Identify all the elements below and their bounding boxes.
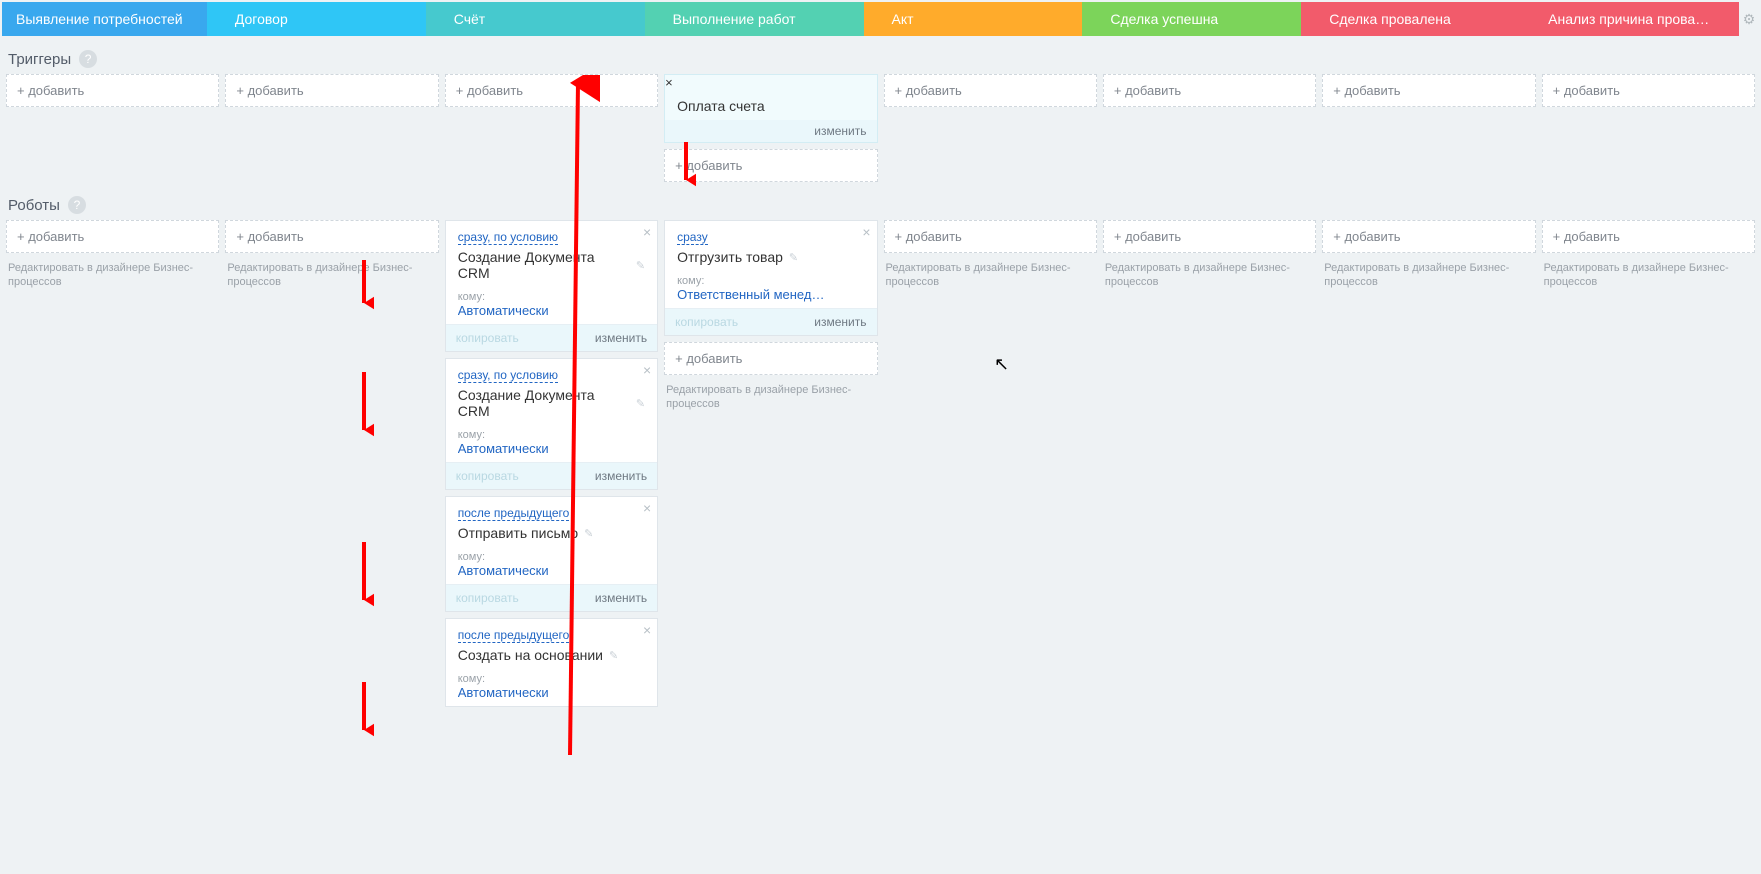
robot-card[interactable]: × сразу, по условию Создание Документа C… — [445, 358, 658, 490]
close-icon[interactable]: × — [643, 623, 651, 637]
robot-title: Создание Документа CRM — [458, 249, 630, 281]
stage-item[interactable]: Сделка провалена — [1301, 2, 1520, 36]
bp-editor-link[interactable]: Редактировать в дизайнере Бизнес-процесс… — [6, 259, 219, 290]
add-trigger-button[interactable]: + добавить — [664, 149, 877, 182]
stage-item[interactable]: Выявление потребностей — [2, 2, 207, 36]
stage-item[interactable]: Анализ причина прова… — [1520, 2, 1739, 36]
edit-link[interactable]: изменить — [595, 469, 647, 483]
add-trigger-button[interactable]: + добавить — [6, 74, 219, 107]
assignee-label: кому: — [458, 673, 645, 685]
robot-card[interactable]: × сразу Отгрузить товар ✎ кому: Ответстве… — [664, 220, 877, 336]
close-icon[interactable]: × — [643, 501, 651, 515]
copy-link[interactable]: копировать — [675, 315, 738, 329]
add-robot-button[interactable]: + добавить — [1322, 220, 1535, 253]
timing-link[interactable]: после предыдущего — [458, 628, 570, 643]
trigger-title: Оплата счета — [677, 98, 765, 114]
triggers-section-title: Триггеры ? — [0, 36, 1761, 74]
add-robot-button[interactable]: + добавить — [884, 220, 1097, 253]
close-icon[interactable]: × — [643, 363, 651, 377]
edit-link[interactable]: изменить — [595, 331, 647, 345]
edit-link[interactable]: изменить — [814, 315, 866, 329]
help-icon[interactable]: ? — [79, 50, 97, 68]
add-trigger-button[interactable]: + добавить — [225, 74, 438, 107]
add-robot-button[interactable]: + добавить — [6, 220, 219, 253]
bp-editor-link[interactable]: Редактировать в дизайнере Бизнес-процесс… — [1103, 259, 1316, 290]
bp-editor-link[interactable]: Редактировать в дизайнере Бизнес-процесс… — [664, 381, 877, 412]
timing-link[interactable]: сразу — [677, 230, 708, 245]
copy-link[interactable]: копировать — [456, 591, 519, 605]
robot-title: Отправить письмо — [458, 525, 578, 541]
assignee-link[interactable]: Ответственный менед… — [677, 287, 864, 302]
add-robot-button[interactable]: + добавить — [225, 220, 438, 253]
assignee-label: кому: — [458, 551, 645, 563]
add-robot-button[interactable]: + добавить — [664, 342, 877, 375]
gear-icon[interactable]: ⚙ — [1739, 2, 1759, 36]
add-trigger-button[interactable]: + добавить — [1322, 74, 1535, 107]
stage-item[interactable]: Акт — [864, 2, 1083, 36]
bp-editor-link[interactable]: Редактировать в дизайнере Бизнес-процесс… — [1322, 259, 1535, 290]
assignee-link[interactable]: Автоматически — [458, 563, 645, 578]
stage-item[interactable]: Выполнение работ — [645, 2, 864, 36]
help-icon[interactable]: ? — [68, 196, 86, 214]
bp-editor-link[interactable]: Редактировать в дизайнере Бизнес-процесс… — [225, 259, 438, 290]
assignee-label: кому: — [458, 291, 645, 303]
edit-link[interactable]: изменить — [595, 591, 647, 605]
robot-card[interactable]: × сразу, по условию Создание Документа C… — [445, 220, 658, 352]
add-trigger-button[interactable]: + добавить — [1103, 74, 1316, 107]
robots-columns: + добавить Редактировать в дизайнере Биз… — [0, 220, 1761, 707]
add-trigger-button[interactable]: + добавить — [884, 74, 1097, 107]
robot-card[interactable]: × после предыдущего Создать на основании… — [445, 618, 658, 707]
robot-title: Создание Документа CRM — [458, 387, 630, 419]
pencil-icon[interactable]: ✎ — [636, 397, 645, 410]
section-label: Триггеры — [8, 51, 71, 68]
stage-item[interactable]: Сделка успешна — [1082, 2, 1301, 36]
close-icon[interactable]: × — [862, 225, 870, 239]
close-icon[interactable]: × — [643, 225, 651, 239]
section-label: Роботы — [8, 197, 60, 214]
add-robot-button[interactable]: + добавить — [1103, 220, 1316, 253]
add-trigger-button[interactable]: + добавить — [445, 74, 658, 107]
timing-link[interactable]: после предыдущего — [458, 506, 570, 521]
bp-editor-link[interactable]: Редактировать в дизайнере Бизнес-процесс… — [884, 259, 1097, 290]
triggers-columns: + добавить + добавить + добавить × Оплат… — [0, 74, 1761, 182]
close-icon[interactable]: × — [665, 75, 673, 90]
assignee-link[interactable]: Автоматически — [458, 303, 645, 318]
assignee-label: кому: — [677, 275, 864, 287]
bp-editor-link[interactable]: Редактировать в дизайнере Бизнес-процесс… — [1542, 259, 1755, 290]
pencil-icon[interactable]: ✎ — [584, 527, 593, 540]
add-robot-button[interactable]: + добавить — [1542, 220, 1755, 253]
trigger-card[interactable]: × Оплата счета изменить — [664, 74, 877, 143]
assignee-link[interactable]: Автоматически — [458, 441, 645, 456]
stage-pipeline: Выявление потребностей Договор Счёт Выпо… — [0, 0, 1761, 36]
assignee-link[interactable]: Автоматически — [458, 685, 645, 700]
add-trigger-button[interactable]: + добавить — [1542, 74, 1755, 107]
robot-card[interactable]: × после предыдущего Отправить письмо ✎ ко… — [445, 496, 658, 612]
pencil-icon[interactable]: ✎ — [789, 251, 798, 264]
timing-link[interactable]: сразу, по условию — [458, 368, 558, 383]
pencil-icon[interactable]: ✎ — [636, 259, 645, 272]
edit-link[interactable]: изменить — [814, 124, 866, 138]
robot-title: Создать на основании — [458, 647, 603, 663]
timing-link[interactable]: сразу, по условию — [458, 230, 558, 245]
copy-link[interactable]: копировать — [456, 331, 519, 345]
stage-item[interactable]: Договор — [207, 2, 426, 36]
copy-link[interactable]: копировать — [456, 469, 519, 483]
pencil-icon[interactable]: ✎ — [609, 649, 618, 662]
robots-section-title: Роботы ? — [0, 182, 1761, 220]
stage-item[interactable]: Счёт — [426, 2, 645, 36]
robot-title: Отгрузить товар — [677, 249, 783, 265]
assignee-label: кому: — [458, 429, 645, 441]
